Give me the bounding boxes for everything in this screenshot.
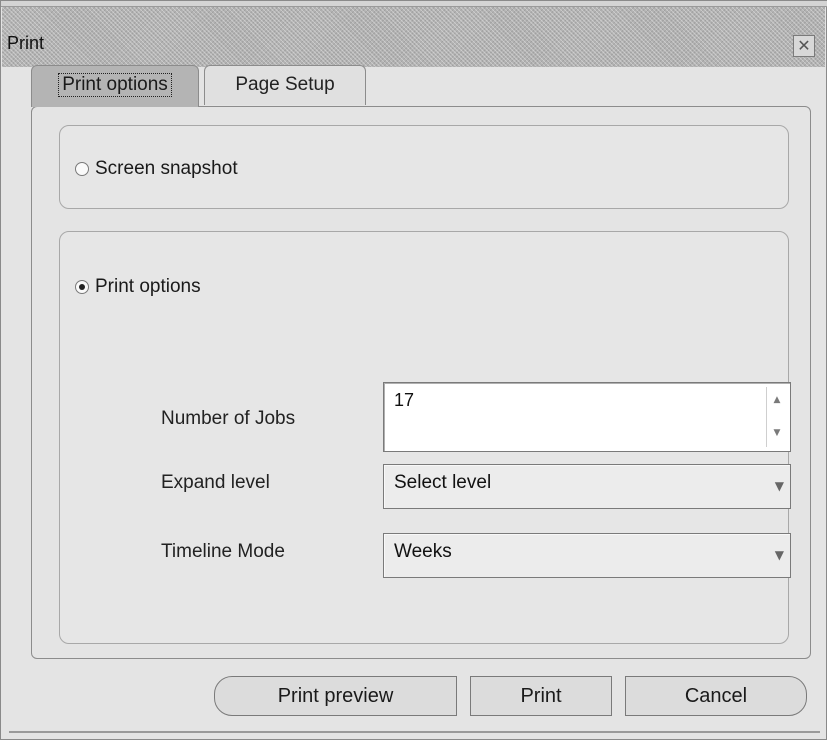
print-button[interactable]: Print (470, 676, 612, 716)
title-bar[interactable]: Print ✕ (2, 7, 825, 67)
print-options-panel: Screen snapshot Print options Number of … (31, 106, 811, 659)
print-preview-button[interactable]: Print preview (214, 676, 457, 716)
tab-print-options[interactable]: Print options (31, 65, 199, 107)
number-of-jobs-input[interactable]: 17 ▲ ▼ (383, 382, 791, 452)
timeline-mode-value: Weeks (394, 541, 452, 562)
print-options-label: Print options (95, 276, 201, 297)
number-of-jobs-spinner[interactable]: ▲ ▼ (766, 387, 786, 447)
close-icon[interactable]: ✕ (793, 35, 815, 57)
tab-print-options-label: Print options (58, 73, 172, 97)
expand-level-label: Expand level (161, 472, 270, 493)
number-of-jobs-value: 17 (394, 390, 415, 410)
screen-snapshot-label: Screen snapshot (95, 158, 238, 179)
dialog-title: Print (7, 33, 45, 53)
cancel-button[interactable]: Cancel (625, 676, 807, 716)
tab-page-setup-label: Page Setup (235, 74, 335, 95)
screen-snapshot-group: Screen snapshot (59, 125, 789, 209)
expand-level-select[interactable]: Select level ▼ (383, 464, 791, 509)
tab-page-setup[interactable]: Page Setup (204, 65, 366, 105)
bottom-divider (9, 731, 820, 733)
spin-up-icon[interactable]: ▲ (767, 387, 787, 416)
screen-snapshot-radio[interactable] (75, 162, 89, 176)
timeline-mode-label: Timeline Mode (161, 541, 285, 562)
expand-level-value: Select level (394, 472, 492, 493)
spin-down-icon[interactable]: ▼ (767, 417, 787, 446)
print-dialog: Print ✕ Print options Page Setup Screen … (0, 0, 827, 740)
chevron-down-icon: ▼ (774, 548, 784, 562)
print-options-group: Print options Number of Jobs 17 ▲ ▼ Expa… (59, 231, 791, 644)
print-options-option[interactable]: Print options (75, 276, 201, 298)
chevron-down-icon: ▼ (774, 479, 784, 493)
number-of-jobs-label: Number of Jobs (161, 408, 296, 429)
timeline-mode-select[interactable]: Weeks ▼ (383, 533, 791, 578)
print-options-radio[interactable] (75, 280, 89, 294)
screen-snapshot-option[interactable]: Screen snapshot (75, 158, 238, 180)
